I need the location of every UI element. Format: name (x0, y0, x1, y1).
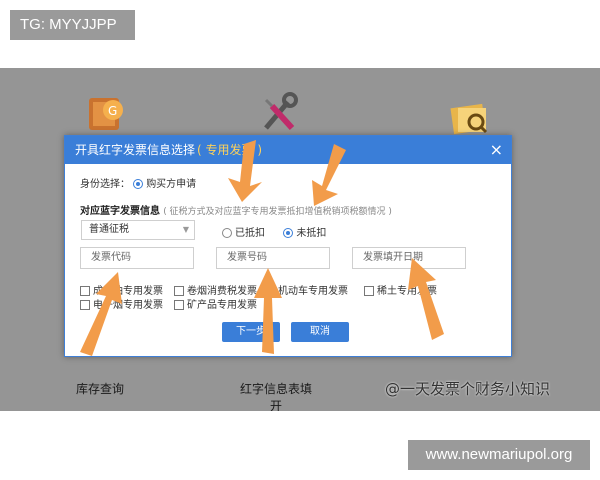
watermark: @一天发票个财务小知识 (385, 380, 551, 398)
annotation-arrows (80, 140, 444, 356)
arrow-to-invoice-code-icon (80, 272, 122, 356)
arrow-to-invoice-number-icon (254, 268, 282, 354)
bottom-badge: www.newmariupol.org (408, 440, 590, 470)
arrow-to-deduction-icon (228, 140, 262, 202)
arrow-to-issue-date-icon (408, 258, 444, 340)
arrow-to-not-deducted-icon (312, 144, 346, 206)
